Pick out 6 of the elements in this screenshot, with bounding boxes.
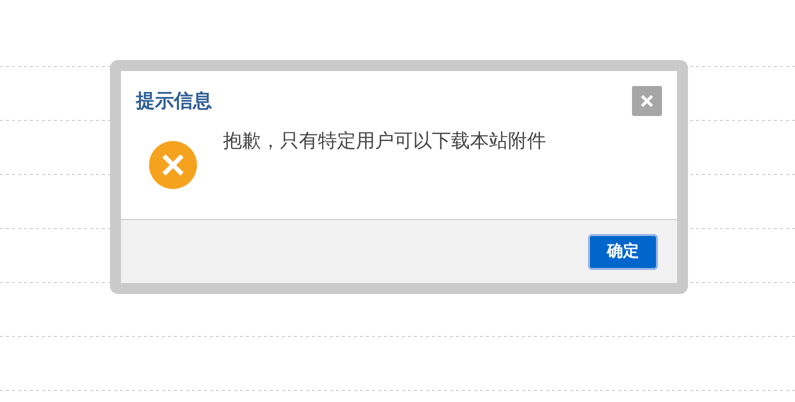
close-icon[interactable]	[639, 93, 655, 109]
message-text: 抱歉，只有特定用户可以下载本站附件	[223, 129, 546, 154]
error-icon	[149, 141, 197, 189]
confirm-button[interactable]: 确定	[588, 234, 658, 270]
close-button[interactable]	[632, 86, 662, 116]
dialog-title: 提示信息	[136, 89, 212, 114]
